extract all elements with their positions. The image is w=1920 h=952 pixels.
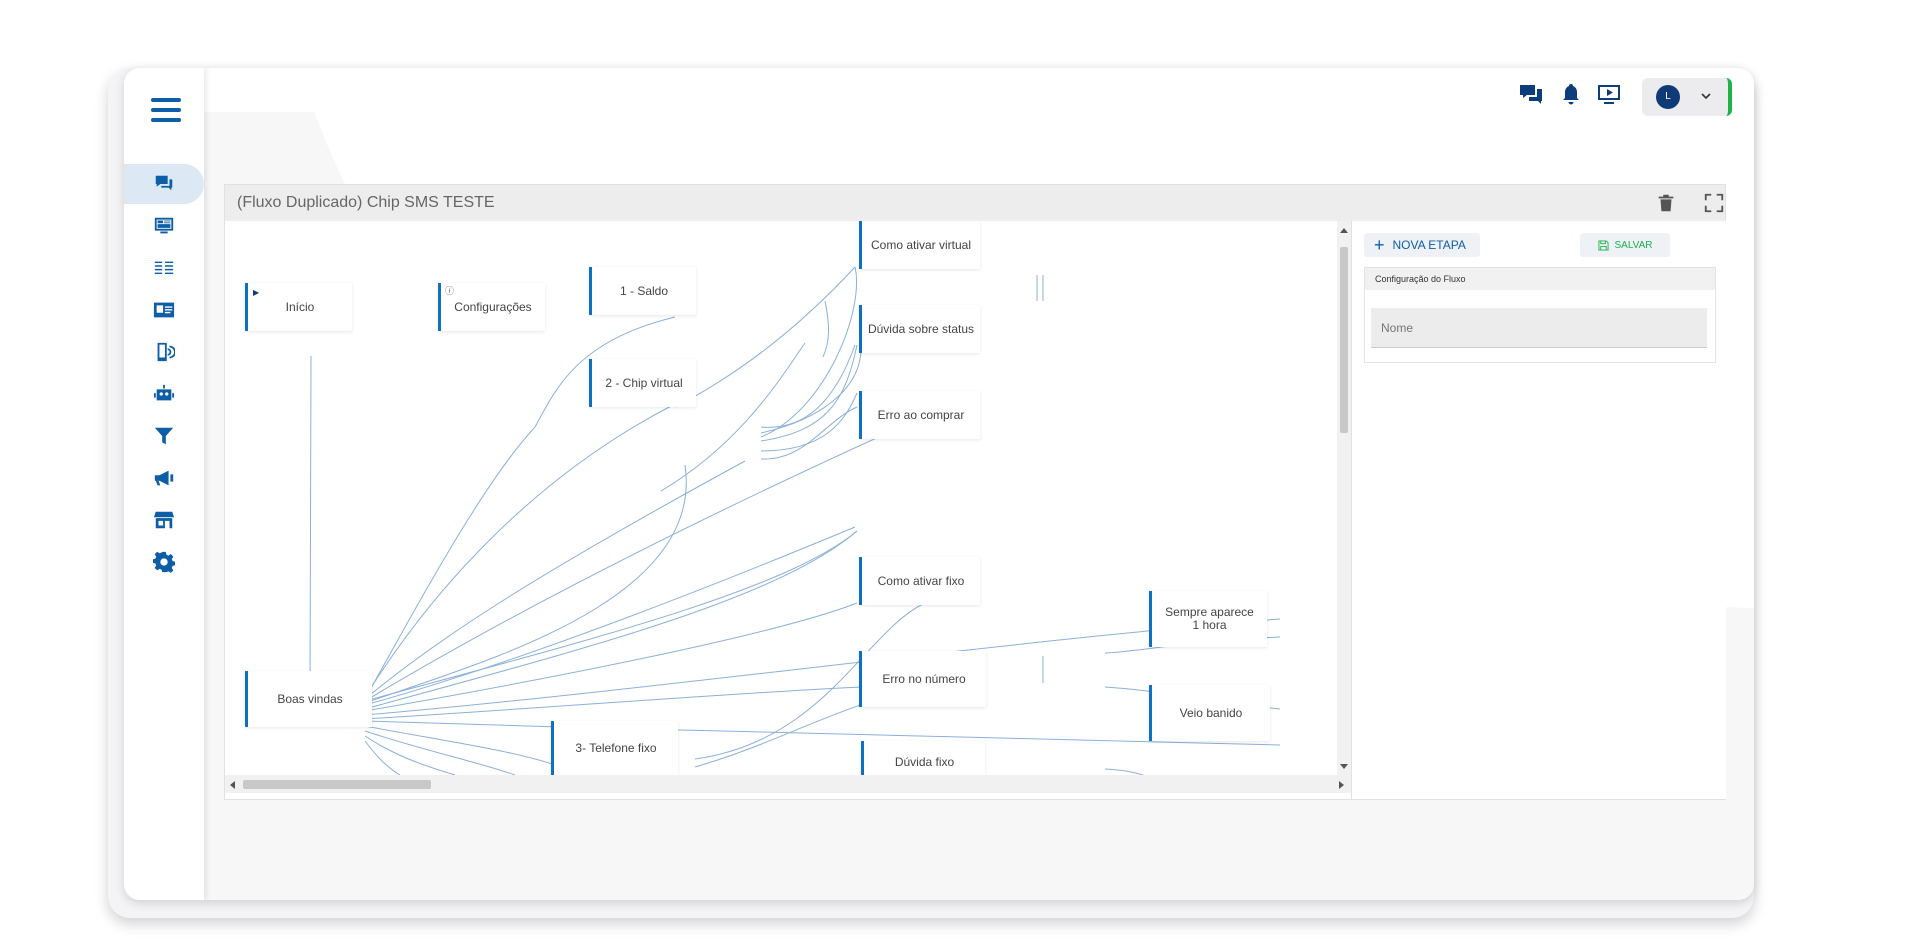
sidebar-item-store[interactable] [124, 500, 204, 540]
hamburger-menu-icon[interactable] [151, 98, 181, 126]
flow-node-telefone-fixo[interactable]: 3- Telefone fixo [551, 721, 678, 775]
page-title: (Fluxo Duplicado) Chip SMS TESTE [237, 194, 495, 211]
robot-icon [153, 384, 175, 401]
scroll-down-icon[interactable] [1338, 759, 1350, 771]
vertical-scroll-thumb[interactable] [1340, 247, 1348, 433]
chevron-down-icon [1701, 93, 1711, 100]
sidebar-item-list[interactable] [124, 248, 204, 288]
flow-node-sempre-aparece[interactable]: Sempre aparece 1 hora [1149, 591, 1267, 647]
save-icon [1597, 239, 1609, 251]
funnel-icon [154, 427, 174, 445]
sidebar-item-bot[interactable] [124, 374, 204, 414]
megaphone-icon [154, 470, 174, 486]
trash-icon[interactable] [1655, 192, 1677, 214]
flow-node-label: 1 - Saldo [619, 283, 669, 298]
bell-icon[interactable] [1558, 82, 1584, 106]
step-config-panel: + NOVA ETAPA SALVAR Configuração do Flux… [1351, 221, 1726, 799]
chat-bubbles-icon [155, 175, 173, 191]
scroll-up-icon[interactable] [1338, 224, 1350, 236]
flow-node-label: Dúvida sobre status [867, 321, 975, 336]
nova-etapa-label: NOVA ETAPA [1392, 238, 1466, 252]
flow-node-label: Veio banido [1179, 705, 1243, 720]
flow-node-label: 3- Telefone fixo [575, 740, 657, 755]
sidebar-item-contacts[interactable] [124, 290, 204, 330]
fullscreen-icon[interactable] [1703, 192, 1725, 214]
sidebar-item-settings[interactable] [124, 542, 204, 582]
sidebar-item-mobile[interactable] [124, 332, 204, 372]
user-menu[interactable]: L [1642, 78, 1732, 116]
play-icon: ▶ [253, 288, 260, 297]
flow-node-boas-vindas[interactable]: Boas vindas [245, 671, 372, 727]
sidebar-item-chat[interactable] [124, 164, 204, 204]
scroll-left-icon[interactable] [227, 778, 239, 790]
vertical-scrollbar[interactable] [1337, 221, 1351, 775]
nova-etapa-button[interactable]: + NOVA ETAPA [1364, 233, 1480, 257]
flow-node-label: Sempre aparece 1 hora [1165, 605, 1254, 632]
salvar-button[interactable]: SALVAR [1580, 233, 1670, 257]
horizontal-scrollbar[interactable] [225, 775, 1351, 793]
tv-play-icon[interactable] [1596, 82, 1622, 106]
sidebar-item-campaigns[interactable] [124, 458, 204, 498]
flow-node-como-ativar-virtual[interactable]: Como ativar virtual [859, 221, 980, 269]
flow-node-veio-banido[interactable]: Veio banido [1149, 685, 1270, 741]
flow-node-label: Como ativar virtual [870, 237, 972, 252]
salvar-label: SALVAR [1614, 239, 1653, 251]
sidebar-item-monitor[interactable] [124, 206, 204, 246]
flow-node-duvida-status[interactable]: Dúvida sobre status [859, 305, 980, 353]
flow-node-chip-virtual[interactable]: 2 - Chip virtual [589, 359, 696, 407]
flow-config-section: Configuração do Fluxo [1364, 267, 1716, 363]
contact-card-icon [153, 302, 175, 318]
flow-node-label: 2 - Chip virtual [605, 375, 683, 390]
flow-node-label: Como ativar fixo [877, 573, 965, 588]
plus-icon: + [1374, 235, 1385, 255]
sidebar [124, 68, 204, 900]
info-icon: ⓘ [445, 286, 455, 296]
chat-bubbles-icon[interactable] [1518, 82, 1544, 106]
gear-icon [153, 551, 175, 573]
flow-node-label: Boas vindas [277, 691, 343, 706]
flow-node-label: Início [285, 299, 315, 314]
flow-node-label: Erro no número [882, 671, 966, 686]
sidebar-item-filter[interactable] [124, 416, 204, 456]
nome-field[interactable] [1371, 308, 1707, 348]
flow-node-label: Erro ao comprar [877, 407, 965, 422]
avatar: L [1656, 85, 1680, 109]
flow-node-inicio[interactable]: ▶ Início [245, 283, 352, 331]
list-icon [154, 261, 174, 275]
panel-header: (Fluxo Duplicado) Chip SMS TESTE [225, 185, 1725, 222]
mobile-signal-icon [157, 342, 175, 362]
flow-canvas[interactable]: ▶ Início ⓘ Configurações 1 - Saldo 2 - C… [225, 221, 1337, 775]
flow-node-label: Dúvida fixo [894, 755, 955, 769]
config-section-title: Configuração do Fluxo [1365, 268, 1715, 290]
flow-node-duvida-fixo[interactable]: Dúvida fixo [861, 741, 985, 775]
flow-node-erro-comprar[interactable]: Erro ao comprar [859, 391, 980, 439]
flow-node-saldo[interactable]: 1 - Saldo [589, 267, 696, 315]
flow-node-configuracoes[interactable]: ⓘ Configurações [438, 283, 545, 331]
flow-node-erro-numero[interactable]: Erro no número [859, 651, 986, 707]
flow-node-label: Configurações [454, 299, 532, 314]
scroll-right-icon[interactable] [1335, 778, 1347, 790]
flow-editor-panel: (Fluxo Duplicado) Chip SMS TESTE ▶ Iníci… [224, 184, 1726, 800]
horizontal-scroll-thumb[interactable] [243, 780, 431, 789]
storefront-icon [153, 511, 175, 529]
monitor-dashboard-icon [154, 217, 174, 234]
flow-node-como-ativar-fixo[interactable]: Como ativar fixo [859, 557, 980, 605]
